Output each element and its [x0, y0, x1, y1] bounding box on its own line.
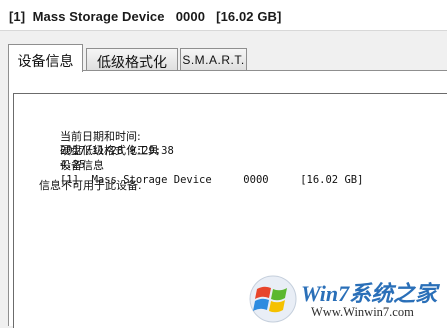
windows-logo-icon — [249, 275, 297, 323]
tab-device-info-label: 设备信息 — [17, 54, 74, 70]
tab-low-level-format-label: 低级格式化 — [97, 55, 167, 71]
device-header: [1] Mass Storage Device 0000 [16.02 GB] — [0, 0, 447, 31]
device-title: [1] Mass Storage Device 0000 [16.02 GB] — [9, 9, 282, 24]
tab-device-info[interactable]: 设备信息 — [8, 44, 83, 72]
tab-smart-label: S.M.A.R.T. — [182, 53, 245, 67]
tab-low-level-format[interactable]: 低级格式化 — [86, 48, 178, 71]
watermark: Win7系统之家 Www.Winwin7.com — [247, 272, 447, 326]
not-available-message: 信息不可用于此设备. — [39, 179, 142, 192]
watermark-brand: Win7系统之家 — [301, 281, 438, 306]
device-label: 设备信息 — [59, 159, 104, 172]
watermark-url: Www.Winwin7.com — [311, 305, 414, 319]
tab-smart[interactable]: S.M.A.R.T. — [180, 48, 247, 71]
